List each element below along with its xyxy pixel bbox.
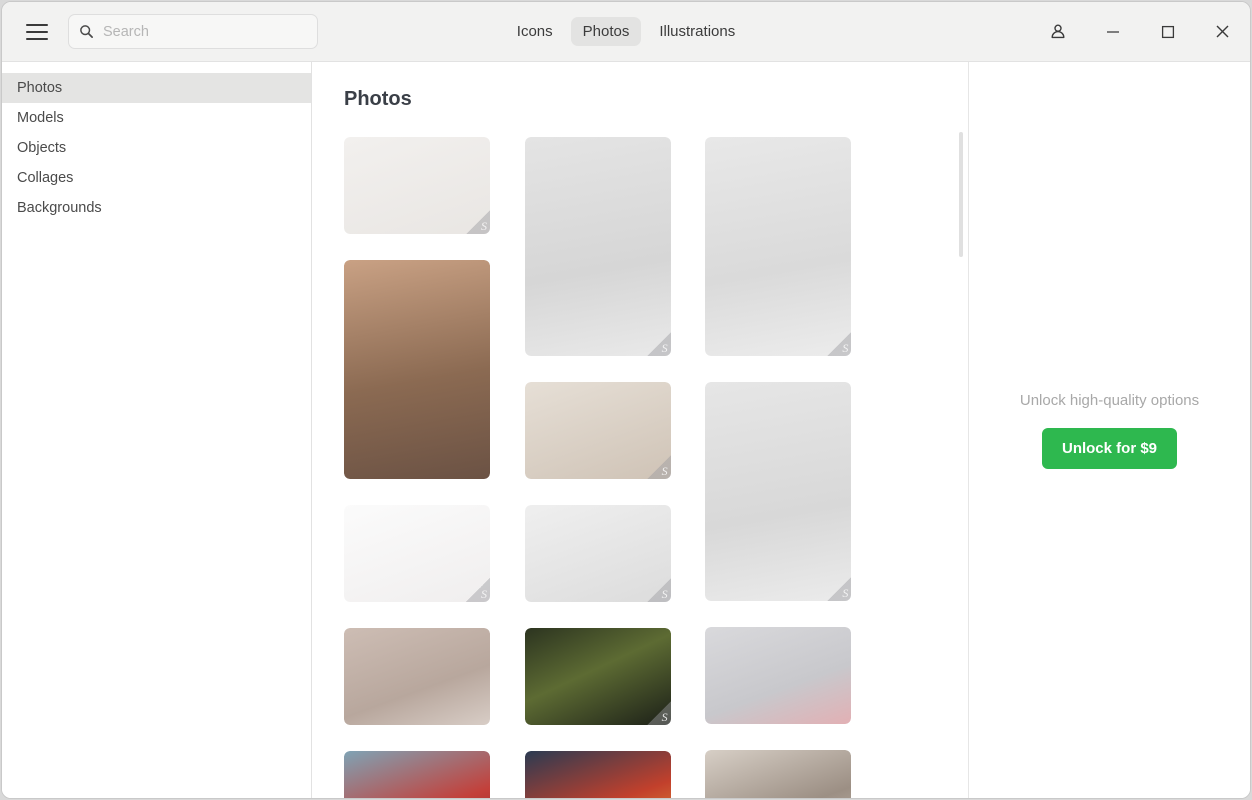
sidebar-item-label: Objects (17, 140, 67, 156)
content-scrollbar-track[interactable] (959, 62, 963, 798)
photo-pink-object-on-white[interactable]: S (344, 505, 490, 602)
photo-thumbnail (524, 505, 671, 602)
app-window: Icons Photos Illustrations (1, 1, 1251, 799)
hamburger-bar (26, 23, 48, 26)
photo-grid: SSSSSSSS (344, 137, 860, 798)
photo-thumbnail (344, 505, 490, 602)
content-scrollbar-thumb[interactable] (959, 132, 963, 257)
photo-woman-striped-shirt[interactable]: S (524, 382, 671, 479)
photo-table-with-bottles[interactable] (705, 750, 852, 798)
window-body: Photos Models Objects Collages Backgroun… (2, 62, 1250, 798)
photo-thumbnail (524, 628, 671, 725)
close-button[interactable] (1195, 2, 1250, 62)
photo-thumbnail (344, 137, 490, 234)
unlock-button[interactable]: Unlock for $9 (1041, 427, 1178, 469)
photo-man-back-view[interactable]: S (705, 382, 852, 601)
title-bar: Icons Photos Illustrations (2, 2, 1250, 62)
photo-strawberries-in-hands[interactable] (344, 751, 490, 798)
search-input[interactable] (103, 23, 307, 40)
photo-thumbnail (705, 382, 852, 601)
window-controls (1030, 2, 1250, 61)
tab-illustrations[interactable]: Illustrations (647, 17, 747, 46)
sidebar-item-models[interactable]: Models (2, 103, 311, 133)
photo-thumbnail (705, 627, 852, 724)
tab-photos[interactable]: Photos (570, 17, 642, 46)
photo-woman-in-forest-with-butterflies[interactable]: S (524, 628, 671, 725)
promo-text: Unlock high-quality options (1019, 391, 1200, 409)
content-pane: Photos SSSSSSSS (312, 62, 969, 798)
photo-two-people-at-desk[interactable]: S (344, 137, 490, 234)
sidebar-item-objects[interactable]: Objects (2, 133, 311, 163)
photo-pink-pills-blister[interactable] (705, 627, 852, 724)
minimize-button[interactable] (1085, 2, 1140, 62)
photo-thumbnail (524, 751, 671, 798)
photo-thumbnail (524, 137, 671, 356)
page-title: Photos (344, 88, 412, 110)
search-icon (80, 25, 93, 38)
promo-panel: Unlock high-quality options Unlock for $… (969, 62, 1250, 798)
sidebar-item-backgrounds[interactable]: Backgrounds (2, 193, 311, 223)
sidebar-item-label: Photos (17, 80, 63, 96)
photo-thumbnail (524, 382, 671, 479)
sidebar-item-label: Collages (17, 170, 74, 186)
sidebar-item-label: Backgrounds (17, 200, 102, 216)
hamburger-bar (26, 30, 48, 33)
search-box[interactable] (68, 14, 318, 49)
tab-icons[interactable]: Icons (505, 17, 565, 46)
photo-thumbnail (705, 137, 852, 356)
photo-thumbnail (344, 628, 490, 725)
sidebar-item-label: Models (17, 110, 64, 126)
sidebar-item-photos[interactable]: Photos (2, 73, 311, 103)
account-icon[interactable] (1030, 2, 1085, 62)
photo-thumbnail (705, 750, 852, 798)
photo-man-yellow-shirt-dancing[interactable] (344, 260, 490, 479)
photo-thumbnail (344, 260, 490, 479)
sidebar: Photos Models Objects Collages Backgroun… (2, 62, 312, 798)
photo-woman-standing-side[interactable]: S (705, 137, 852, 356)
photo-colorful-sky-landscape[interactable] (524, 751, 671, 798)
hamburger-icon[interactable] (22, 17, 52, 47)
photo-man-eating-sandwich[interactable]: S (524, 505, 671, 602)
photo-thumbnail (344, 751, 490, 798)
hamburger-bar (26, 37, 48, 40)
photo-sand-closeup[interactable] (344, 628, 490, 725)
maximize-button[interactable] (1140, 2, 1195, 62)
photo-woman-stretching[interactable]: S (524, 137, 671, 356)
sidebar-item-collages[interactable]: Collages (2, 163, 311, 193)
